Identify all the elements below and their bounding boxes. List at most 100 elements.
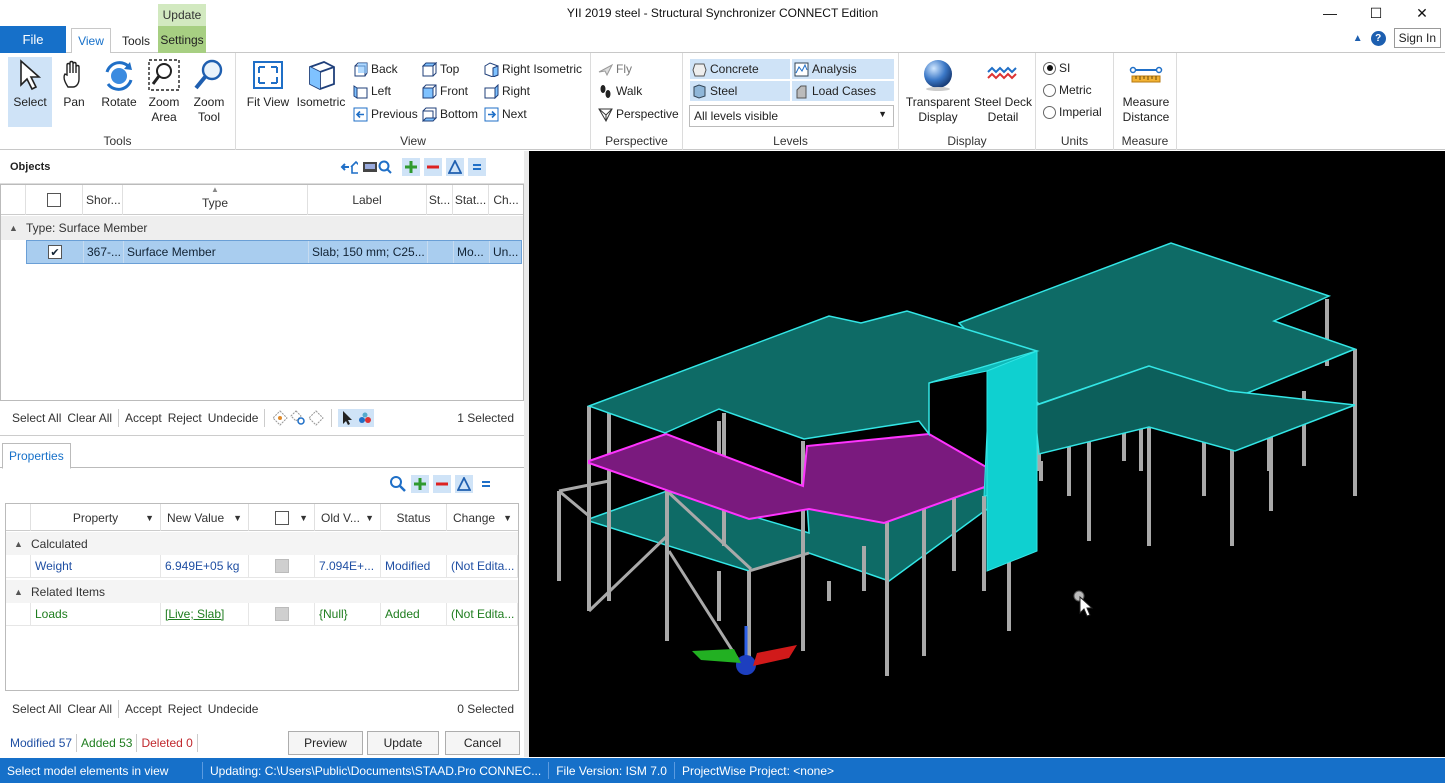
expand-all-icon[interactable]: [402, 158, 420, 176]
zoom-area-button[interactable]: Zoom Area: [144, 57, 184, 125]
panel-splitter[interactable]: [0, 435, 524, 440]
previous-view-button[interactable]: Previous: [353, 104, 418, 124]
collapse-all-icon[interactable]: [424, 158, 442, 176]
back-view-button[interactable]: Back: [353, 59, 398, 79]
help-icon[interactable]: ?: [1370, 30, 1386, 46]
left-view-button[interactable]: Left: [353, 81, 391, 101]
column-old-value[interactable]: Old V... ▼: [315, 504, 381, 531]
bottom-view-button[interactable]: Bottom: [422, 104, 478, 124]
cancel-button[interactable]: Cancel: [445, 731, 520, 755]
transparent-display-button[interactable]: Transparent Display: [905, 57, 971, 125]
model-viewport[interactable]: [529, 151, 1445, 757]
preview-button[interactable]: Preview: [288, 731, 363, 755]
levels-dropdown[interactable]: All levels visible ▼: [689, 105, 894, 127]
next-view-button[interactable]: Next: [484, 104, 527, 124]
filter-icon[interactable]: ▼: [365, 513, 374, 523]
filter-icon[interactable]: ▼: [299, 513, 308, 523]
close-button[interactable]: ✕: [1399, 0, 1445, 26]
fit-view-button[interactable]: Fit View: [246, 57, 290, 110]
cell-checkbox[interactable]: [249, 603, 315, 626]
expand-all-icon[interactable]: [411, 475, 429, 493]
measure-distance-button[interactable]: Measure Distance: [1118, 57, 1174, 125]
objects-select-all[interactable]: Select All: [12, 411, 61, 425]
concrete-toggle[interactable]: Concrete: [690, 59, 790, 79]
properties-undecide[interactable]: Undecide: [208, 702, 259, 716]
column-st[interactable]: St...: [427, 185, 453, 215]
steel-deck-detail-button[interactable]: Steel Deck Detail: [973, 57, 1033, 125]
cell-checkbox[interactable]: [249, 555, 315, 578]
delta-filter-icon[interactable]: [446, 158, 464, 176]
objects-reject[interactable]: Reject: [168, 411, 202, 425]
row-checkbox[interactable]: ✔: [27, 241, 84, 263]
zoom-tool-button[interactable]: Zoom Tool: [190, 57, 228, 125]
select-all-checkbox-header[interactable]: [26, 185, 83, 215]
isometric-button[interactable]: Isometric: [296, 57, 346, 110]
filter-icon[interactable]: ▼: [503, 513, 512, 523]
filter-icon[interactable]: ▼: [145, 513, 154, 523]
front-view-button[interactable]: Front: [422, 81, 468, 101]
properties-select-all[interactable]: Select All: [12, 702, 61, 716]
search-icon[interactable]: [389, 475, 407, 493]
collapse-caret-icon[interactable]: ▲: [1, 223, 26, 233]
unit-imperial-radio[interactable]: Imperial: [1043, 102, 1102, 122]
properties-accept[interactable]: Accept: [125, 702, 162, 716]
tab-settings[interactable]: Settings: [158, 26, 206, 53]
collapse-caret-icon[interactable]: ▲: [6, 539, 31, 549]
column-status[interactable]: Status: [381, 504, 447, 531]
sign-in-button[interactable]: Sign In: [1393, 28, 1441, 48]
update-button[interactable]: Update: [367, 731, 439, 755]
pointer-icon[interactable]: [338, 409, 357, 427]
collapse-caret-icon[interactable]: ▲: [6, 587, 31, 597]
equal-filter-icon[interactable]: [468, 158, 486, 176]
equal-filter-icon[interactable]: [477, 475, 495, 493]
column-status[interactable]: Stat...: [453, 185, 489, 215]
group-row-related-items[interactable]: ▲ Related Items: [6, 580, 518, 603]
fly-button[interactable]: Fly: [598, 59, 632, 79]
properties-reject[interactable]: Reject: [168, 702, 202, 716]
analysis-toggle[interactable]: Analysis: [792, 59, 894, 79]
collapse-ribbon-icon[interactable]: ▲: [1353, 33, 1363, 44]
collapse-all-icon[interactable]: [433, 475, 451, 493]
top-view-button[interactable]: Top: [422, 59, 459, 79]
tab-properties[interactable]: Properties: [2, 443, 71, 469]
tab-view[interactable]: View: [71, 28, 111, 54]
walk-button[interactable]: Walk: [598, 81, 642, 101]
select-button[interactable]: Select: [8, 57, 52, 127]
clear-diamond-icon[interactable]: [307, 409, 325, 427]
maximize-button[interactable]: ☐: [1353, 0, 1399, 26]
find-diamond-icon[interactable]: [289, 409, 307, 427]
column-label[interactable]: Label: [308, 185, 427, 215]
column-checkbox[interactable]: ▼: [249, 504, 315, 531]
find-in-view-icon[interactable]: [362, 158, 392, 176]
perspective-button[interactable]: Perspective: [598, 104, 679, 124]
unit-metric-radio[interactable]: Metric: [1043, 80, 1092, 100]
unit-si-radio[interactable]: SI: [1043, 58, 1070, 78]
delta-filter-icon[interactable]: [455, 475, 473, 493]
right-view-button[interactable]: Right: [484, 81, 530, 101]
structure-model-drawing[interactable]: [529, 151, 1445, 757]
accept-diamond-icon[interactable]: [271, 409, 289, 427]
properties-clear-all[interactable]: Clear All: [67, 702, 112, 716]
column-short[interactable]: Shor...: [83, 185, 123, 215]
column-change[interactable]: Change ▼: [447, 504, 518, 531]
steel-toggle[interactable]: Steel: [690, 81, 790, 101]
group-row-calculated[interactable]: ▲ Calculated: [6, 532, 518, 555]
column-type[interactable]: ▲ Type: [123, 185, 308, 215]
minimize-button[interactable]: —: [1307, 0, 1353, 26]
group-row-surface-member[interactable]: ▲ Type: Surface Member: [1, 216, 523, 240]
objects-undecide[interactable]: Undecide: [208, 411, 259, 425]
right-isometric-button[interactable]: Right Isometric: [484, 59, 582, 79]
column-change[interactable]: Ch...: [489, 185, 523, 215]
tab-tools[interactable]: Tools: [116, 28, 156, 53]
objects-accept[interactable]: Accept: [125, 411, 162, 425]
column-property[interactable]: Property ▼: [31, 504, 161, 531]
tab-file[interactable]: File: [0, 26, 66, 53]
pan-button[interactable]: Pan: [56, 57, 92, 110]
table-row[interactable]: Weight 6.949E+05 kg 7.094E+... Modified …: [6, 555, 518, 579]
color-dots-icon[interactable]: [356, 409, 375, 427]
column-new-value[interactable]: New Value ▼: [161, 504, 249, 531]
cell-new-value-link[interactable]: [Live; Slab]: [161, 603, 249, 626]
back-home-icon[interactable]: [340, 158, 358, 176]
filter-icon[interactable]: ▼: [233, 513, 242, 523]
load-cases-toggle[interactable]: Load Cases: [792, 81, 894, 101]
